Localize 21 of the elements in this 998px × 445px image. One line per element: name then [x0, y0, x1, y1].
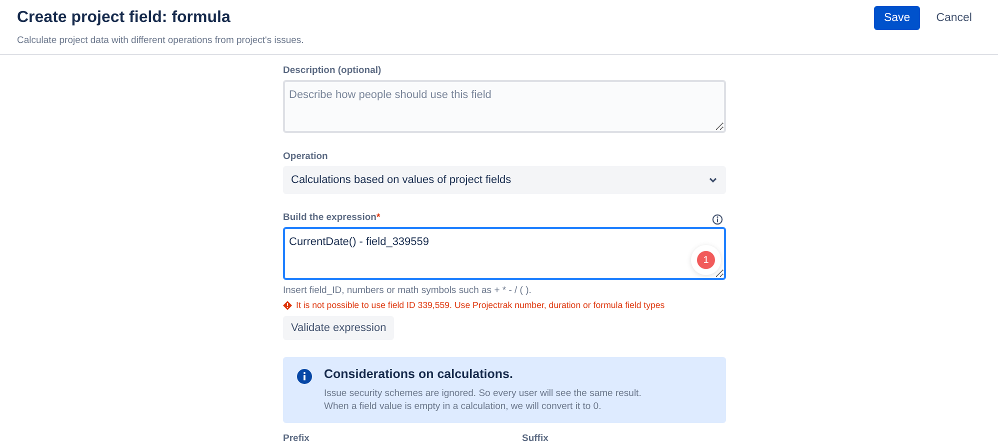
save-button[interactable]: Save: [874, 6, 920, 30]
description-field[interactable]: Describe how people should use this field: [283, 80, 726, 133]
operation-select[interactable]: Calculations based on values of project fields: [283, 166, 726, 194]
error-icon: [283, 300, 292, 310]
validate-button[interactable]: Validate expression: [283, 316, 394, 340]
chevron-down-icon: [708, 175, 718, 185]
field-label: Operation: [283, 151, 329, 162]
cancel-button[interactable]: Cancel: [926, 6, 982, 30]
page-title: Create project field: formula: [17, 8, 232, 28]
info-icon: [297, 369, 312, 384]
help-text: Insert field_ID, numbers or math symbols such as + * - / ( ).: [283, 285, 532, 296]
error-message: It is not possible to use field ID 339,559. Use Projectrak number, duration or formula field types: [296, 300, 665, 310]
field-label: Suffix: [522, 433, 548, 444]
field-label: Prefix: [283, 433, 310, 444]
info-title: Considerations on calculations.: [324, 367, 514, 381]
field-label: Description (optional): [283, 65, 382, 76]
info-text: Issue security schemes are ignored. So every user will see the same result.: [324, 387, 642, 400]
field-label: Build the expression*: [283, 212, 380, 223]
info-icon[interactable]: [712, 214, 723, 225]
page-subtitle: Calculate project data with different operations from project's issues.: [17, 35, 304, 46]
info-text: When a field value is empty in a calculation, we will convert it to 0.: [324, 400, 602, 413]
